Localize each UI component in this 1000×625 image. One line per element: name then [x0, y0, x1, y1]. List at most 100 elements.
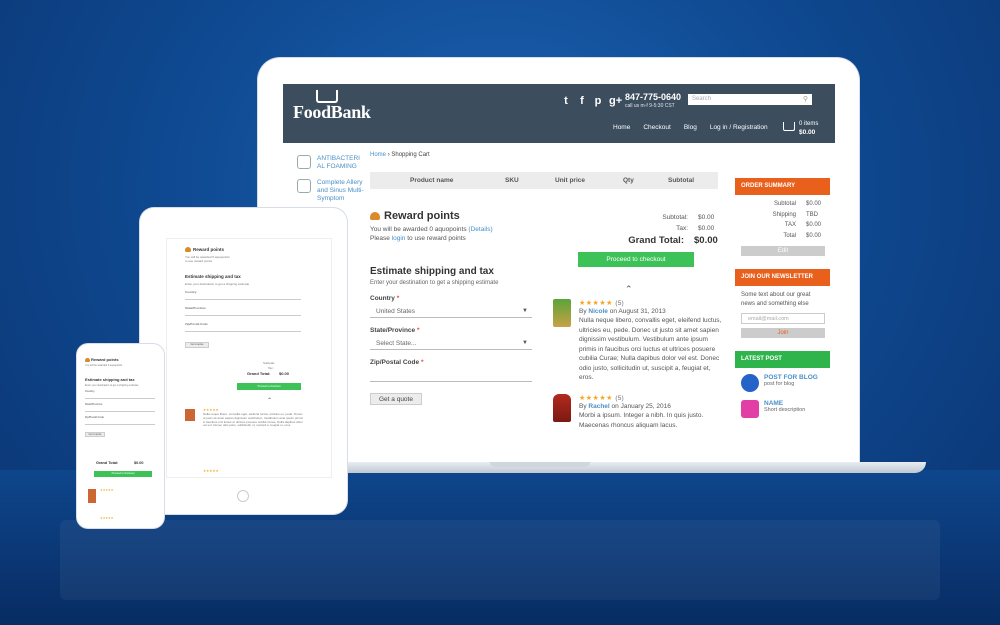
site-header: FoodBank t f p g+ 847-775-0640 call us m… — [283, 84, 835, 143]
tablet-zip-label: Zip/Postal Code — [185, 322, 208, 326]
country-value: United States — [376, 308, 416, 315]
country-select[interactable]: United States ▼ — [370, 306, 532, 318]
sidebar-item[interactable]: ANTIBACTERI AL FOAMING — [297, 155, 367, 171]
tablet-country-select[interactable] — [185, 296, 301, 300]
chevron-up-icon[interactable]: ⌃ — [625, 284, 633, 295]
sidebar-item-label[interactable]: ANTIBACTERI AL FOAMING — [317, 155, 367, 171]
summary-value: $0.00 — [806, 222, 822, 228]
tablet-home-button[interactable] — [237, 490, 249, 502]
phone-number: 847-775-0640 — [625, 92, 682, 102]
reviewer-name[interactable]: Nicole — [588, 308, 608, 315]
post-item[interactable]: POST FOR BLOG post for blog — [741, 374, 830, 392]
phone-quote-button[interactable]: Get a quote — [85, 432, 105, 437]
zip-input[interactable] — [370, 370, 532, 382]
zip-label: Zip/Postal Code * — [370, 359, 535, 366]
breadcrumb-home[interactable]: Home — [370, 152, 386, 158]
phone-country-select[interactable] — [85, 395, 155, 399]
summary-row: Total $0.00 — [735, 231, 830, 242]
tablet-checkout-button[interactable]: Proceed to checkout — [237, 383, 301, 390]
reward-title-text: Reward points — [384, 210, 460, 222]
laptop-screen: FoodBank t f p g+ 847-775-0640 call us m… — [283, 84, 835, 467]
summary-row: Shipping TBD — [735, 210, 830, 221]
phone-state-label: State/Province — [85, 403, 103, 406]
post-title[interactable]: NAME — [764, 400, 805, 407]
reward-details-link[interactable]: (Details) — [468, 226, 492, 233]
tablet-state-select[interactable] — [185, 312, 301, 316]
phone-reward-line: You will be awarded 0 aquopoints — [85, 364, 123, 367]
tablet-quote-button[interactable]: Get a quote — [185, 342, 209, 348]
subtotal-label: Subtotal: — [662, 214, 688, 221]
reward-title: Reward points — [370, 210, 540, 222]
sidebar-item[interactable]: Complete Allery and Sinus Multi-Symptom — [297, 179, 367, 203]
tablet-chevron-up-icon[interactable]: ⌃ — [267, 397, 272, 404]
join-button[interactable]: Join — [741, 328, 825, 338]
newsletter-email-input[interactable]: email@mail.com — [741, 313, 825, 324]
order-summary-rows: Subtotal $0.00 Shipping TBD TAX $0.00 Total… — [735, 195, 830, 241]
tablet-country-label: Country — [185, 290, 197, 294]
grand-total-label: Grand Total: — [628, 235, 684, 246]
post-title[interactable]: POST FOR BLOG — [764, 374, 818, 381]
tablet-review-text: Nulla neque libero, convallis eget, elei… — [203, 412, 303, 428]
sidebar-products: ANTIBACTERI AL FOAMING Complete Allery a… — [297, 155, 367, 211]
google-plus-icon[interactable]: g+ — [609, 95, 622, 107]
post-desc: post for blog — [764, 381, 795, 387]
phone-estimate-title: Estimate shipping and tax — [85, 377, 135, 382]
review-author: By Rachel on January 25, 2016 — [579, 403, 723, 410]
estimate-subtitle: Enter your destination to get a shipping… — [370, 280, 499, 286]
proceed-to-checkout-button[interactable]: Proceed to checkout — [578, 252, 694, 267]
country-label-text: Country — [370, 295, 395, 302]
phone-country-label: Country — [85, 390, 95, 393]
main-nav: Home Checkout Blog Log in / Registration — [613, 124, 768, 131]
phone-checkout-button[interactable]: Proceed to checkout — [94, 471, 152, 477]
nav-blog[interactable]: Blog — [684, 124, 697, 131]
tablet-grand-total: Grand Total: — [247, 371, 271, 376]
reviewer-name[interactable]: Rachel — [588, 403, 609, 410]
phone-zip-input[interactable] — [85, 421, 155, 425]
cart-total[interactable]: $0.00 — [799, 129, 815, 136]
site-logo[interactable]: FoodBank — [293, 102, 371, 123]
twitter-icon[interactable]: t — [561, 95, 571, 107]
cart-items-count[interactable]: 0 items — [799, 121, 818, 127]
post-item[interactable]: NAME Short description — [741, 400, 830, 418]
search-input[interactable]: Search ⚲ — [688, 94, 812, 105]
reward-text: You will be awarded 0 aquopoints (Detail… — [370, 226, 540, 243]
product-thumb-icon — [297, 179, 311, 193]
phone-estimate-sub: Enter your destination to get a shipping… — [85, 384, 139, 387]
nav-home[interactable]: Home — [613, 124, 630, 131]
edit-button[interactable]: Edit — [741, 246, 825, 256]
sidebar-item-label[interactable]: Complete Allery and Sinus Multi-Symptom — [317, 179, 367, 203]
phone-reward-title: Reward points — [85, 357, 119, 362]
search-placeholder: Search — [692, 96, 712, 102]
state-select[interactable]: Select State... ▼ — [370, 338, 532, 350]
tablet-reward-title-text: Reward points — [193, 247, 225, 252]
cart-icon[interactable] — [783, 122, 795, 131]
phone-screen: Reward points You will be awarded 0 aquo… — [82, 354, 159, 522]
summary-row: Subtotal $0.00 — [735, 199, 830, 210]
phone-product-image — [88, 489, 96, 503]
grand-total-row: Grand Total: $0.00 — [578, 234, 718, 248]
review-body: ★★★★★ (5) By Rachel on January 25, 2016 … — [579, 394, 723, 430]
chevron-down-icon: ▼ — [522, 308, 528, 314]
estimate-title: Estimate shipping and tax — [370, 266, 494, 277]
tablet-grand-total-value: $0.00 — [279, 371, 290, 376]
order-summary-title: ORDER SUMMARY — [735, 178, 830, 195]
phone-reward-title-text: Reward points — [91, 357, 119, 362]
summary-label: Subtotal — [773, 201, 796, 207]
nav-checkout[interactable]: Checkout — [643, 124, 670, 131]
facebook-icon[interactable]: f — [577, 95, 587, 107]
breadcrumb-current: Shopping Cart — [391, 152, 430, 158]
required-marker: * — [416, 327, 420, 334]
subtotal-value: $0.00 — [698, 214, 715, 221]
pinterest-icon[interactable]: p — [593, 95, 603, 107]
tablet-zip-input[interactable] — [185, 328, 301, 332]
cart-table-header: Product name SKU Unit price Qty Subtotal — [370, 172, 718, 189]
get-quote-button[interactable]: Get a quote — [370, 393, 422, 405]
reward-login-link[interactable]: login — [392, 235, 406, 242]
review-by-label: By — [579, 403, 587, 410]
col-unit-price: Unit price — [555, 177, 585, 184]
search-icon[interactable]: ⚲ — [803, 95, 808, 103]
phone-state-select[interactable] — [85, 408, 155, 412]
nav-login[interactable]: Log in / Registration — [710, 124, 768, 131]
zip-label-text: Zip/Postal Code — [370, 359, 420, 366]
review-date: on January 25, 2016 — [611, 403, 671, 410]
